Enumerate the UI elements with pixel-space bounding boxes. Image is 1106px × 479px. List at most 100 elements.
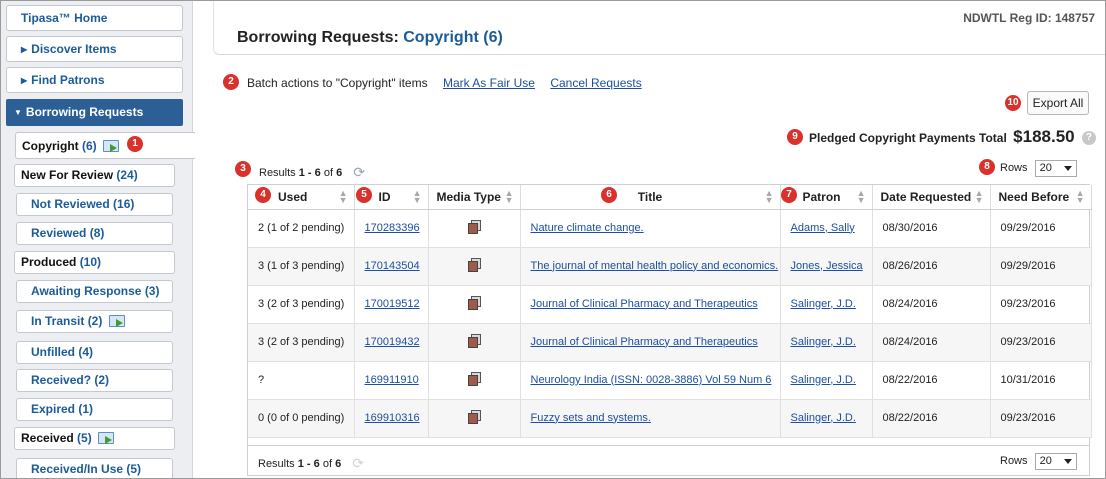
col-need-before[interactable]: Need Before ▲ ▼ — [990, 185, 1092, 210]
cell-need-before: 09/23/2016 — [990, 323, 1092, 362]
cancel-requests-link[interactable]: Cancel Requests — [550, 76, 641, 90]
rows-select[interactable]: 20 — [1034, 453, 1077, 470]
sidebar-item-count: (2) — [94, 373, 110, 387]
request-id-link[interactable]: 170283396 — [365, 222, 420, 234]
cell-media — [428, 209, 521, 248]
caret-right-icon: ▶ — [21, 45, 28, 54]
callout-badge: 3 — [235, 161, 251, 177]
sidebar-item-received-question[interactable]: Received? (2) — [16, 369, 173, 392]
sidebar-item-reviewed[interactable]: Reviewed (8) — [16, 222, 173, 245]
sidebar-item-awaiting-response[interactable]: Awaiting Response (3) — [16, 280, 173, 303]
title-link[interactable]: Journal of Clinical Pharmacy and Therape… — [531, 298, 758, 310]
cell-used: 0 (0 of 0 pending) — [248, 399, 355, 438]
sort-icon: ▲ ▼ — [974, 188, 984, 205]
sidebar-item-expired[interactable]: Expired (1) — [16, 398, 173, 421]
request-id-link[interactable]: 169911910 — [365, 374, 419, 386]
callout-badge: 6 — [601, 187, 617, 203]
cell-need-before: 09/23/2016 — [990, 399, 1092, 438]
sidebar-item-unfilled[interactable]: Unfilled (4) — [16, 341, 173, 364]
request-id-link[interactable]: 170019432 — [365, 336, 420, 348]
cell-title: Journal of Clinical Pharmacy and Therape… — [520, 323, 781, 362]
cell-used: 3 (1 of 3 pending) — [248, 247, 355, 286]
callout-badge: 4 — [255, 187, 271, 203]
transfer-icon — [108, 315, 125, 327]
results-prefix: Results — [259, 167, 296, 179]
cell-date-requested: 08/22/2016 — [872, 399, 991, 438]
sidebar-item-not-reviewed[interactable]: Not Reviewed (16) — [16, 193, 173, 216]
title-link[interactable]: Nature climate change. — [531, 222, 644, 234]
patron-link[interactable]: Adams, Sally — [791, 222, 855, 234]
table-row[interactable]: 3 (2 of 3 pending) 170019432 Journal of … — [248, 323, 1092, 362]
cell-media — [428, 399, 521, 438]
title-link[interactable]: The journal of mental health policy and … — [531, 260, 779, 272]
table-row[interactable]: 3 (2 of 3 pending) 170019512 Journal of … — [248, 285, 1092, 324]
cell-id-link[interactable]: 170019512 — [354, 285, 429, 324]
title-link[interactable]: Neurology India (ISSN: 0028-3886) Vol 59… — [531, 374, 772, 386]
col-media-type[interactable]: Media Type ▲ ▼ — [428, 185, 521, 210]
request-id-link[interactable]: 169910316 — [365, 412, 420, 424]
results-range: 1 - 6 — [297, 458, 320, 470]
cell-used: 3 (2 of 3 pending) — [248, 285, 355, 324]
results-count-bottom: Results 1 - 6 of 6 ⟳ — [258, 454, 364, 471]
request-id-link[interactable]: 170143504 — [365, 260, 420, 272]
nav-find-patrons[interactable]: ▶ Find Patrons — [6, 67, 183, 93]
col-date-requested[interactable]: Date Requested ▲ ▼ — [872, 185, 991, 210]
table-header-row: Used ▲ ▼ ID ▲ ▼ Media Type ▲ ▼ Title ▲ ▼ Patron ▲… — [248, 185, 1092, 210]
nav-borrowing-requests[interactable]: ▼ Borrowing Requests — [6, 99, 183, 126]
table-row[interactable]: ? 169911910 Neurology India (ISSN: 0028-… — [248, 361, 1092, 400]
title-link[interactable]: Journal of Clinical Pharmacy and Therape… — [531, 336, 758, 348]
sidebar-item-received-in-use[interactable]: Received/In Use (5) — [16, 458, 173, 478]
patron-link[interactable]: Salinger, J.D. — [791, 412, 856, 424]
sidebar-item-label: Produced — [21, 255, 77, 269]
patron-link[interactable]: Salinger, J.D. — [791, 298, 856, 310]
cell-date-requested: 08/22/2016 — [872, 361, 991, 400]
rows-label: Rows — [1000, 455, 1028, 467]
mark-fair-use-link[interactable]: Mark As Fair Use — [443, 76, 535, 90]
cell-media — [428, 247, 521, 286]
nav-discover-items[interactable]: ▶ Discover Items — [6, 36, 183, 62]
sidebar-item-produced[interactable]: Produced (10) — [14, 251, 175, 274]
results-total: 6 — [335, 458, 342, 470]
sidebar-item-in-transit[interactable]: In Transit (2) — [16, 310, 173, 333]
sidebar-item-label: Received? — [31, 373, 92, 387]
cell-media — [428, 323, 521, 362]
cell-id-link[interactable]: 170143504 — [354, 247, 429, 286]
cell-id-link[interactable]: 170283396 — [354, 209, 429, 248]
sidebar-item-count: (8) — [89, 226, 105, 240]
cell-need-before: 09/23/2016 — [990, 285, 1092, 324]
nav-tipasa-home[interactable]: Tipasa™ Home — [6, 5, 183, 31]
patron-link[interactable]: Jones, Jessica — [791, 260, 863, 272]
nav-borrowing-label: Borrowing Requests — [25, 105, 144, 119]
cell-used: ? — [248, 361, 355, 400]
cell-id-link[interactable]: 170019432 — [354, 323, 429, 362]
cell-id-link[interactable]: 169910316 — [354, 399, 429, 438]
sort-icon: ▲ ▼ — [856, 188, 866, 205]
results-prefix: Results — [258, 458, 295, 470]
callout-badge: 7 — [781, 187, 797, 203]
table-row[interactable]: 0 (0 of 0 pending) 169910316 Fuzzy sets … — [248, 399, 1092, 438]
title-link[interactable]: Fuzzy sets and systems. — [531, 412, 651, 424]
rows-value: 20 — [1039, 162, 1052, 174]
sidebar-item-count: (6) — [82, 139, 97, 153]
sidebar-item-label: Received/In Use — [31, 462, 124, 476]
chevron-down-icon — [1063, 459, 1072, 464]
batch-actions: Batch actions to "Copyright" items Mark … — [247, 76, 642, 90]
table-row[interactable]: 2 (1 of 2 pending) 170283396 Nature clim… — [248, 209, 1092, 248]
sidebar-item-received[interactable]: Received (5) — [14, 427, 175, 450]
rows-select[interactable]: 20 — [1034, 160, 1077, 177]
col-title[interactable]: Title ▲ ▼ — [520, 185, 781, 210]
refresh-icon[interactable]: ⟳ — [353, 164, 365, 181]
rows-per-page-top: Rows 20 — [1000, 160, 1077, 177]
cell-id-link[interactable]: 169911910 — [354, 361, 429, 400]
sidebar-item-new-for-review[interactable]: New For Review (24) — [14, 164, 175, 187]
chevron-down-icon — [1063, 166, 1072, 171]
patron-link[interactable]: Salinger, J.D. — [791, 336, 856, 348]
export-all-button[interactable]: Export All — [1027, 91, 1089, 115]
help-icon[interactable]: ? — [1081, 131, 1096, 145]
sidebar-item-copyright[interactable]: Copyright (6) — [15, 132, 195, 159]
patron-link[interactable]: Salinger, J.D. — [791, 374, 856, 386]
request-id-link[interactable]: 170019512 — [365, 298, 420, 310]
refresh-icon: ⟳ — [352, 455, 364, 471]
table-row[interactable]: 3 (1 of 3 pending) 170143504 The journal… — [248, 247, 1092, 286]
cell-patron: Salinger, J.D. — [780, 361, 873, 400]
